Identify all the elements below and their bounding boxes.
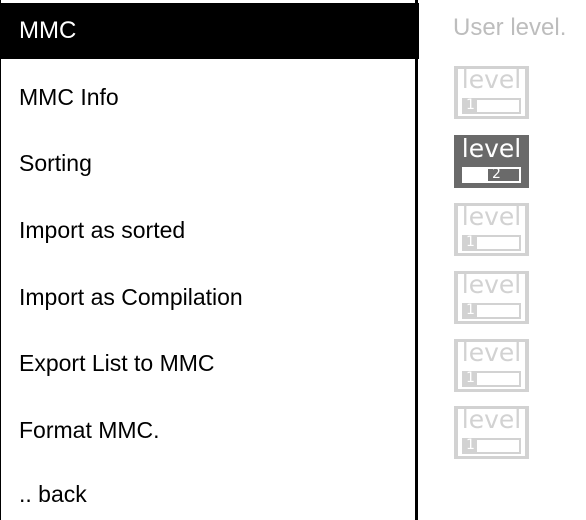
level-badge-sorting: level 2 <box>454 135 529 188</box>
level-badge-word: level <box>461 271 522 299</box>
level-bar: 1 <box>462 437 521 454</box>
menu-item-sorting[interactable]: Sorting <box>19 143 92 183</box>
level-bar: 1 <box>462 97 521 114</box>
level-bar-fill <box>464 169 488 181</box>
menu-title: MMC <box>1 3 419 59</box>
menu-item-import-compilation[interactable]: Import as Compilation <box>19 277 243 317</box>
user-level-title: User level. <box>453 14 567 41</box>
level-badge-import-sorted: level 1 <box>454 203 529 256</box>
level-badge-format-mmc: level 1 <box>454 406 529 459</box>
mmc-menu-panel: MMC MMC Info Sorting Import as sorted Im… <box>0 0 419 520</box>
level-number: 2 <box>492 166 501 182</box>
menu-item-export-list[interactable]: Export List to MMC <box>19 343 215 383</box>
level-badge-word: level <box>461 66 522 94</box>
level-bar: 1 <box>462 370 521 387</box>
screen: MMC MMC Info Sorting Import as sorted Im… <box>0 0 586 520</box>
level-bar: 2 <box>462 166 521 183</box>
level-badge-word: level <box>461 135 522 163</box>
level-badge-word: level <box>461 339 522 367</box>
level-badge-import-compilation: level 1 <box>454 271 529 324</box>
level-number: 1 <box>466 302 475 318</box>
level-badge-export-list: level 1 <box>454 339 529 392</box>
level-badge-word: level <box>461 203 522 231</box>
level-number: 1 <box>466 370 475 386</box>
level-badge-word: level <box>461 406 522 434</box>
level-badge-mmc-info: level 1 <box>454 66 529 119</box>
menu-item-format-mmc[interactable]: Format MMC. <box>19 410 160 450</box>
level-bar: 1 <box>462 302 521 319</box>
menu-item-mmc-info[interactable]: MMC Info <box>19 77 119 117</box>
level-number: 1 <box>466 234 475 250</box>
level-number: 1 <box>466 437 475 453</box>
menu-item-back[interactable]: .. back <box>19 474 87 514</box>
level-bar: 1 <box>462 234 521 251</box>
level-number: 1 <box>466 97 475 113</box>
menu-item-import-sorted[interactable]: Import as sorted <box>19 210 185 250</box>
